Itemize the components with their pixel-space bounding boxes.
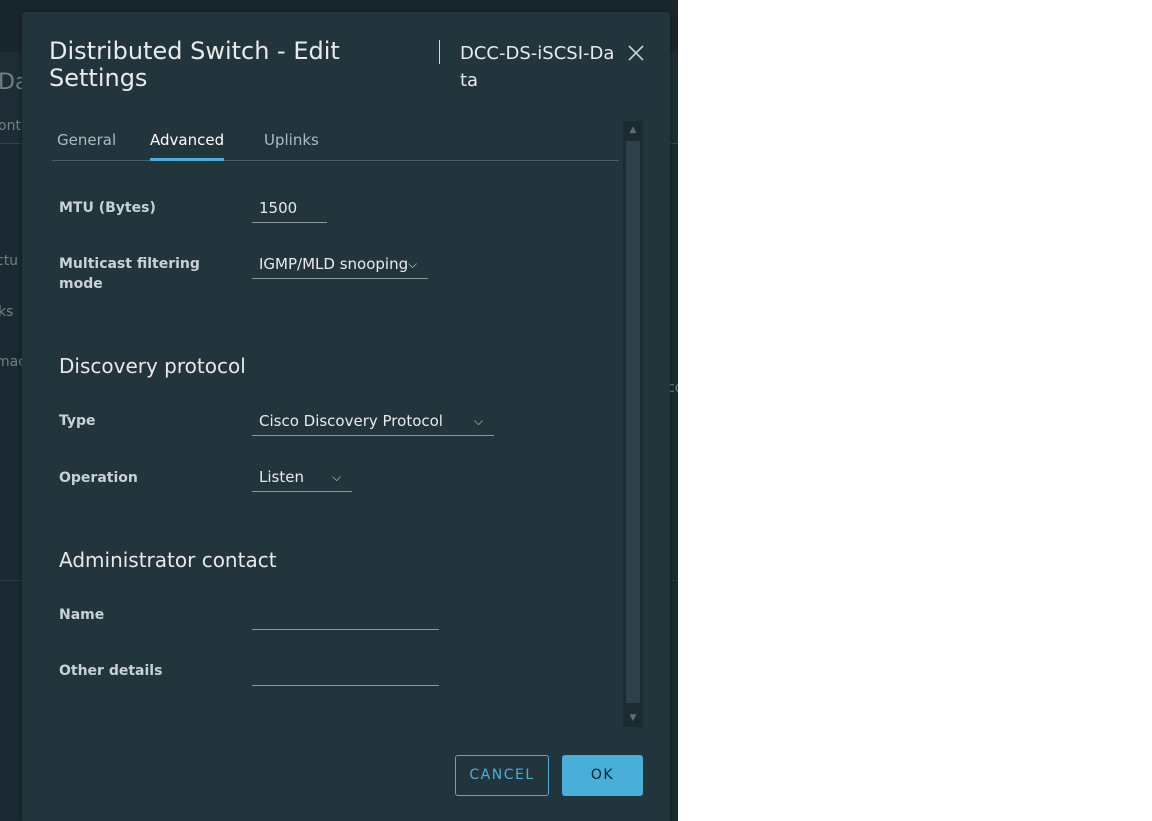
- mtu-label: MTU (Bytes): [59, 200, 156, 216]
- type-label: Type: [59, 413, 96, 429]
- other-details-input[interactable]: [252, 658, 439, 686]
- chevron-down-icon: ⌵: [332, 470, 342, 484]
- dialog-subtitle: DCC-DS-iSCSI-Data: [460, 43, 615, 91]
- name-input[interactable]: [252, 602, 439, 630]
- admin-heading: Administrator contact: [59, 548, 277, 572]
- chevron-down-icon: ⌵: [408, 257, 418, 271]
- multicast-label: Multicast filtering mode: [59, 256, 200, 292]
- type-value: Cisco Discovery Protocol: [259, 412, 443, 430]
- background-text-fragment: ont: [0, 118, 21, 134]
- tab-advanced[interactable]: Advanced: [150, 131, 225, 161]
- tab-bar: General Advanced Uplinks: [52, 127, 619, 161]
- edit-settings-dialog: Distributed Switch - Edit Settings DCC-D…: [22, 12, 670, 821]
- blank-area: [678, 0, 1152, 821]
- discovery-heading: Discovery protocol: [59, 354, 246, 378]
- multicast-value: IGMP/MLD snooping: [259, 255, 409, 273]
- dialog-title: Distributed Switch - Edit Settings: [49, 37, 340, 92]
- close-button[interactable]: [626, 43, 646, 63]
- background-text-fragment: ctu: [0, 253, 19, 269]
- title-divider: [439, 40, 440, 64]
- operation-label: Operation: [59, 470, 138, 486]
- cancel-button[interactable]: CANCEL: [455, 755, 549, 796]
- name-label: Name: [59, 607, 105, 623]
- mtu-input[interactable]: 1500: [252, 195, 327, 223]
- type-select[interactable]: Cisco Discovery Protocol ⌵: [252, 408, 494, 436]
- scroll-thumb[interactable]: [626, 141, 640, 703]
- chevron-down-icon: ⌵: [474, 414, 484, 428]
- multicast-select[interactable]: IGMP/MLD snooping ⌵: [252, 251, 428, 279]
- other-details-label: Other details: [59, 663, 163, 679]
- operation-select[interactable]: Listen ⌵: [252, 464, 352, 492]
- tab-uplinks[interactable]: Uplinks: [264, 131, 319, 161]
- ok-button[interactable]: OK: [562, 755, 643, 796]
- operation-value: Listen: [259, 468, 304, 486]
- close-icon: [628, 45, 644, 61]
- scrollbar[interactable]: ▲ ▼: [623, 121, 643, 727]
- scroll-up-icon[interactable]: ▲: [623, 121, 643, 139]
- scroll-down-icon[interactable]: ▼: [623, 709, 643, 727]
- background-text-fragment: ks: [0, 304, 14, 320]
- tab-general[interactable]: General: [57, 131, 116, 161]
